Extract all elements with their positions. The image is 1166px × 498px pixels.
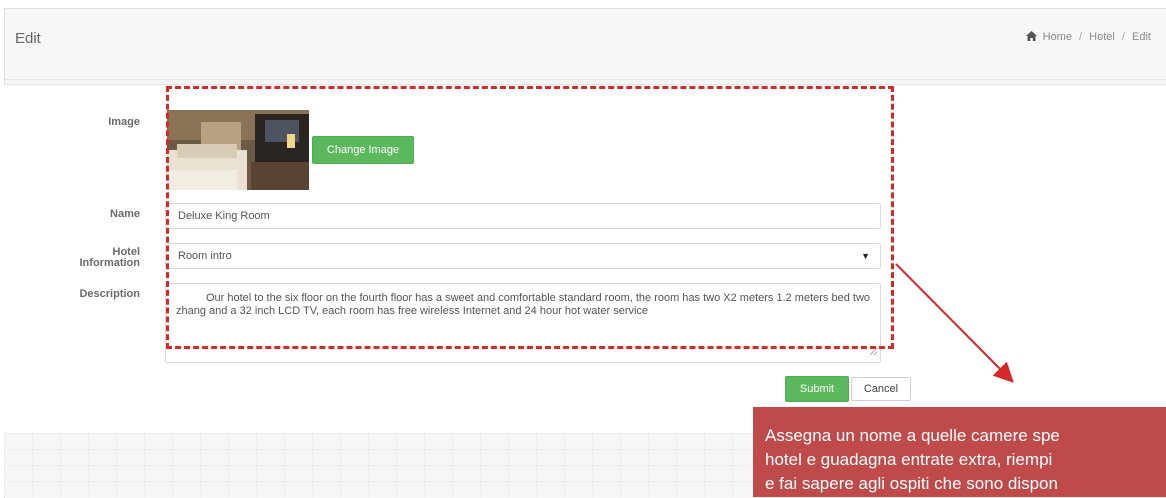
callout-line2: hotel e guadagna entrate extra, riempi	[765, 450, 1053, 469]
annotation-callout: Assegna un nome a quelle camere spe hote…	[753, 407, 1166, 497]
callout-line1: Assegna un nome a quelle camere spe	[765, 426, 1060, 445]
callout-line3: e fai sapere agli ospiti che sono dispon	[765, 474, 1058, 493]
